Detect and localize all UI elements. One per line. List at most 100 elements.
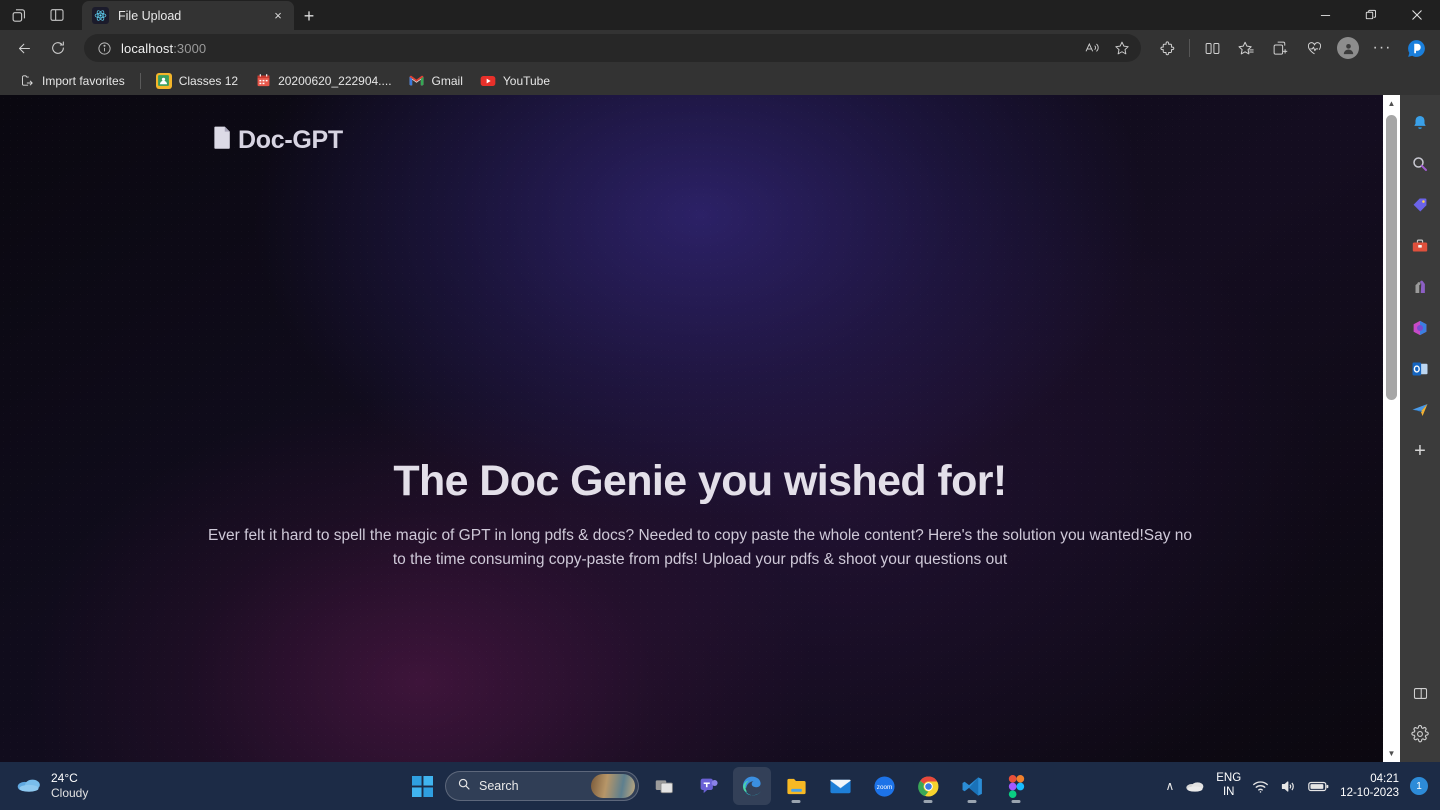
search-icon[interactable] <box>1406 150 1434 178</box>
page-title: The Doc Genie you wished for! <box>393 457 1007 505</box>
bookmarks-divider <box>139 72 141 89</box>
restore-button[interactable] <box>1348 0 1394 30</box>
cloud-icon <box>16 774 42 799</box>
browser-essentials-icon[interactable] <box>1298 33 1330 63</box>
youtube-icon <box>480 73 496 89</box>
bookmark-label: Import favorites <box>42 73 125 88</box>
add-sidebar-app-button[interactable]: + <box>1406 437 1434 465</box>
language-primary: ENG <box>1216 772 1242 785</box>
window-controls <box>1302 0 1440 30</box>
taskbar-app-figma[interactable] <box>997 767 1035 805</box>
bookmark-label: YouTube <box>502 73 551 88</box>
calendar-icon <box>255 73 271 89</box>
taskbar-app-zoom[interactable]: zoom <box>865 767 903 805</box>
bell-icon[interactable] <box>1406 109 1434 137</box>
svg-text:zoom: zoom <box>876 783 891 790</box>
page-background <box>0 95 1400 762</box>
back-button[interactable] <box>8 33 40 63</box>
extensions-icon[interactable] <box>1151 33 1183 63</box>
star-icon[interactable] <box>1107 35 1137 61</box>
import-favorites-icon <box>19 73 35 89</box>
document-icon <box>212 125 233 155</box>
browser-tab-strip: File Upload × + <box>0 0 1440 30</box>
app-logo[interactable]: Doc-GPT <box>212 125 343 155</box>
scroll-down-arrow[interactable]: ▼ <box>1383 745 1400 762</box>
tag-icon[interactable] <box>1406 191 1434 219</box>
cloud-icon[interactable] <box>1185 779 1205 793</box>
scrollbar-thumb[interactable] <box>1386 115 1397 400</box>
taskbar-app-edge[interactable] <box>733 767 771 805</box>
taskbar-app-mail[interactable] <box>821 767 859 805</box>
start-button[interactable] <box>405 769 439 803</box>
outlook-icon[interactable] <box>1406 355 1434 383</box>
tab-close-icon[interactable]: × <box>268 6 288 26</box>
system-tray: ∧ ENG IN 04:21 12-10-2023 1 <box>1165 772 1440 801</box>
close-window-button[interactable] <box>1394 0 1440 30</box>
edge-sidebar: + <box>1400 95 1440 762</box>
split-screen-icon[interactable] <box>1196 33 1228 63</box>
collections-icon[interactable] <box>1264 33 1296 63</box>
language-indicator[interactable]: ENG IN <box>1216 772 1241 800</box>
wifi-icon[interactable] <box>1252 779 1269 794</box>
taskbar-app-task-view[interactable] <box>645 767 683 805</box>
toolbar-divider <box>1189 39 1190 57</box>
bookmark-import-favorites[interactable]: Import favorites <box>12 70 132 92</box>
refresh-button[interactable] <box>42 33 74 63</box>
browser-nav-bar: localhost:3000 ··· <box>0 30 1440 66</box>
bookmark-youtube[interactable]: YouTube <box>473 70 557 92</box>
url-port: :3000 <box>173 40 207 56</box>
browser-tab-file-upload[interactable]: File Upload × <box>82 1 294 30</box>
taskbar-app-teams[interactable] <box>689 767 727 805</box>
bookmark-classes-12[interactable]: Classes 12 <box>149 70 245 92</box>
clock-date: 12-10-2023 <box>1340 787 1399 799</box>
taskbar-search-box[interactable]: Search <box>445 771 639 801</box>
gmail-icon <box>409 73 425 89</box>
minimize-button[interactable] <box>1302 0 1348 30</box>
taskbar-app-chrome[interactable] <box>909 767 947 805</box>
paper-plane-icon[interactable] <box>1406 396 1434 424</box>
favorites-icon[interactable] <box>1230 33 1262 63</box>
classroom-icon <box>155 72 172 89</box>
url-host: localhost <box>121 40 174 56</box>
page-subtitle: Ever felt it hard to spell the magic of … <box>207 527 1193 568</box>
tab-search-icon[interactable] <box>38 0 76 30</box>
search-highlight-thumbnail[interactable] <box>591 774 635 798</box>
bookmark-gmail[interactable]: Gmail <box>402 70 470 92</box>
taskbar-app-vs-code[interactable] <box>953 767 991 805</box>
copilot-icon[interactable] <box>1400 33 1432 63</box>
bookmark-20200620[interactable]: 20200620_222904.... <box>248 70 398 92</box>
bookmark-label: 20200620_222904.... <box>278 73 392 88</box>
new-tab-button[interactable]: + <box>294 2 324 30</box>
weather-widget[interactable]: 24°C Cloudy <box>0 771 300 801</box>
panel-toggle-icon[interactable] <box>1406 679 1434 707</box>
read-aloud-icon[interactable] <box>1077 35 1107 61</box>
notification-badge[interactable]: 1 <box>1410 777 1428 795</box>
scroll-up-arrow[interactable]: ▲ <box>1383 95 1400 112</box>
address-bar[interactable]: localhost:3000 <box>84 34 1141 62</box>
clock-time: 04:21 <box>1370 772 1399 785</box>
games-icon[interactable] <box>1406 273 1434 301</box>
tab-actions-icon[interactable] <box>0 0 38 30</box>
app-name: Doc-GPT <box>238 125 343 154</box>
address-bar-url[interactable]: localhost:3000 <box>114 41 1077 56</box>
react-icon <box>92 7 109 24</box>
hero-section: The Doc Genie you wished for! Ever felt … <box>0 457 1400 571</box>
info-icon[interactable] <box>94 38 114 58</box>
bookmark-label: Gmail <box>431 73 463 88</box>
page-scrollbar[interactable]: ▲ ▼ <box>1383 95 1400 762</box>
toolbox-icon[interactable] <box>1406 232 1434 260</box>
gear-icon[interactable] <box>1406 720 1434 748</box>
weather-condition: Cloudy <box>51 786 89 800</box>
search-placeholder: Search <box>479 779 519 793</box>
office-icon[interactable] <box>1406 314 1434 342</box>
taskbar-app-file-explorer[interactable] <box>777 767 815 805</box>
taskbar-center-group: Search zoom <box>405 767 1035 805</box>
settings-and-more-button[interactable]: ··· <box>1366 33 1398 63</box>
bookmarks-bar: Import favorites Classes 12 20200620_222… <box>0 66 1440 95</box>
show-hidden-icons-button[interactable]: ∧ <box>1165 779 1174 793</box>
clock[interactable]: 04:21 12-10-2023 <box>1340 772 1399 801</box>
battery-icon[interactable] <box>1308 780 1329 793</box>
bookmark-label: Classes 12 <box>178 73 239 88</box>
volume-icon[interactable] <box>1280 779 1297 794</box>
profile-avatar[interactable] <box>1332 33 1364 63</box>
